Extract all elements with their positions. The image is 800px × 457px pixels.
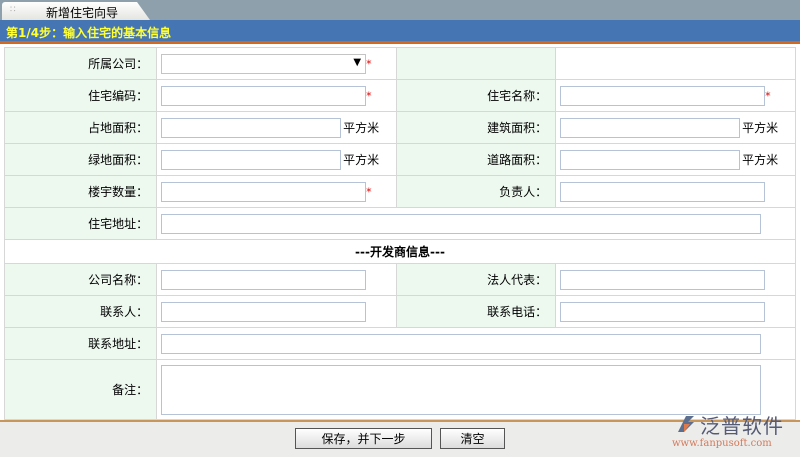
label-phone: 联系电话：	[395, 295, 557, 328]
manager-input[interactable]	[560, 181, 766, 202]
grip-icon: ∷	[10, 5, 16, 15]
address-input[interactable]	[161, 213, 762, 234]
label-land-area: 占地面积：	[3, 111, 158, 144]
contact-input[interactable]	[161, 301, 367, 322]
step-header: 第1/4步：输入住宅的基本信息	[0, 20, 800, 44]
required-mark: *	[765, 89, 771, 102]
required-mark: *	[366, 185, 372, 198]
tab-bar: ∷ 新增住宅向导	[0, 0, 800, 20]
developer-section-title: ---开发商信息---	[4, 239, 796, 264]
dev-address-input[interactable]	[161, 333, 762, 354]
building-count-input[interactable]	[161, 181, 367, 202]
code-input[interactable]	[161, 85, 367, 106]
label-company: 所属公司：	[3, 47, 158, 80]
clear-button[interactable]: 清空	[440, 428, 505, 449]
remark-textarea[interactable]	[161, 364, 762, 415]
label-legal-rep: 法人代表：	[395, 263, 557, 296]
land-area-input[interactable]	[161, 117, 342, 138]
label-name: 住宅名称：	[395, 79, 557, 112]
fanpu-logo: 泛普软件 www.fanpusoft.com	[672, 410, 800, 457]
legal-rep-input[interactable]	[560, 269, 766, 290]
label-address: 住宅地址：	[3, 207, 158, 240]
label-manager: 负责人：	[395, 175, 557, 208]
company-select[interactable]: ▼	[161, 53, 367, 74]
logo-icon	[678, 416, 694, 432]
label-green-area: 绿地面积：	[3, 143, 158, 176]
unit-label: 平方米	[742, 121, 779, 135]
dropdown-arrow-icon: ▼	[353, 56, 362, 68]
road-area-input[interactable]	[560, 149, 741, 170]
label-code: 住宅编码：	[3, 79, 158, 112]
unit-label: 平方米	[742, 153, 779, 167]
dev-company-input[interactable]	[161, 269, 367, 290]
unit-label: 平方米	[343, 121, 380, 135]
name-input[interactable]	[560, 85, 766, 106]
save-next-button[interactable]: 保存，并下一步	[295, 428, 432, 449]
label-road-area: 道路面积：	[395, 143, 557, 176]
label-dev-address: 联系地址：	[3, 327, 158, 360]
tab-new-residence-wizard[interactable]: ∷ 新增住宅向导	[2, 2, 150, 20]
tab-title: 新增住宅向导	[46, 6, 119, 20]
label-build-area: 建筑面积：	[395, 111, 557, 144]
label-contact: 联系人：	[3, 295, 158, 328]
label-building-count: 楼宇数量：	[3, 175, 158, 208]
build-area-input[interactable]	[560, 117, 741, 138]
label-dev-company: 公司名称：	[3, 263, 158, 296]
residence-form: 所属公司： ▼ * 住宅编码： * 住宅名称： * 占地面积： 平方米 建筑面积：…	[3, 47, 796, 420]
required-mark: *	[366, 89, 372, 102]
green-area-input[interactable]	[161, 149, 342, 170]
logo-url: www.fanpusoft.com	[672, 438, 772, 449]
unit-label: 平方米	[343, 153, 380, 167]
label-remark: 备注：	[3, 359, 158, 420]
phone-input[interactable]	[560, 301, 766, 322]
logo-name: 泛普软件	[700, 414, 784, 438]
required-mark: *	[366, 57, 372, 70]
